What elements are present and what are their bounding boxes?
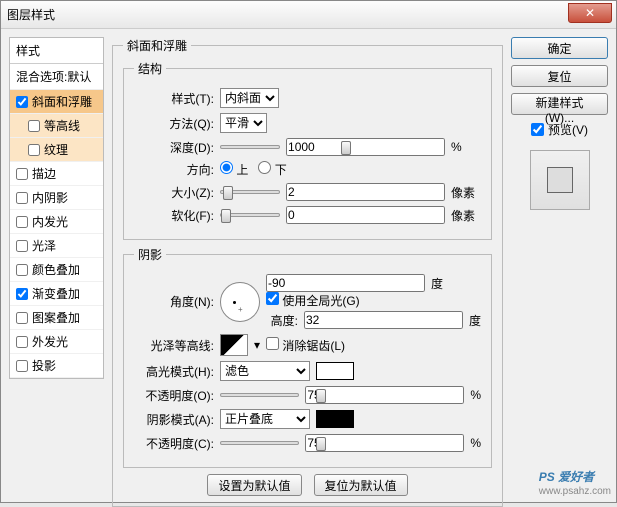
global-light-checkbox[interactable]: 使用全局光(G)	[266, 294, 360, 308]
make-default-button[interactable]: 设置为默认值	[207, 474, 301, 496]
soften-slider[interactable]	[220, 213, 280, 217]
titlebar: 图层样式 ✕	[1, 1, 616, 29]
style-label: 样式(T):	[134, 90, 214, 107]
shadow-mode-select[interactable]: 正片叠底	[220, 409, 310, 429]
angle-input[interactable]	[266, 274, 425, 292]
preview-checkbox[interactable]: 预览(V)	[511, 121, 608, 138]
size-input[interactable]	[286, 183, 445, 201]
style-item[interactable]: 外发光	[10, 330, 103, 354]
depth-slider[interactable]	[220, 145, 280, 149]
direction-label: 方向:	[134, 161, 214, 178]
structure-legend: 结构	[134, 60, 166, 77]
dir-up-radio[interactable]: 上	[220, 161, 248, 178]
highlight-opacity-input[interactable]	[305, 386, 464, 404]
method-select[interactable]: 平滑	[220, 113, 267, 133]
cancel-button[interactable]: 复位	[511, 65, 608, 87]
watermark: PS 爱好者 www.psahz.com	[539, 468, 611, 497]
window-title: 图层样式	[7, 6, 55, 23]
bevel-group: 斜面和浮雕 结构 样式(T): 内斜面 方法(Q): 平滑 深度(D):	[112, 37, 503, 507]
soften-input[interactable]	[286, 206, 445, 224]
structure-group: 结构 样式(T): 内斜面 方法(Q): 平滑 深度(D): %	[123, 60, 492, 240]
shading-group: 阴影 角度(N): + 度 使用全局光(G) 高度:	[123, 246, 492, 468]
highlight-mode-label: 高光模式(H):	[134, 363, 214, 380]
gloss-label: 光泽等高线:	[134, 337, 214, 354]
pct: %	[470, 388, 481, 402]
angle-dial[interactable]: +	[220, 282, 260, 322]
highlight-opacity-slider[interactable]	[220, 393, 299, 397]
altitude-label: 高度:	[266, 312, 298, 329]
shadow-color-swatch[interactable]	[316, 410, 354, 428]
style-item[interactable]: 斜面和浮雕	[10, 90, 103, 114]
layer-style-dialog: 图层样式 ✕ 样式 混合选项:默认 斜面和浮雕等高线纹理描边内阴影内发光光泽颜色…	[0, 0, 617, 503]
shading-legend: 阴影	[134, 246, 166, 263]
bevel-legend: 斜面和浮雕	[123, 37, 191, 54]
preview-thumbnail	[530, 150, 590, 210]
depth-unit: %	[451, 140, 481, 154]
chevron-down-icon[interactable]: ▾	[254, 338, 260, 352]
size-unit: 像素	[451, 184, 481, 201]
style-item[interactable]: 内阴影	[10, 186, 103, 210]
dir-down-radio[interactable]: 下	[258, 161, 286, 178]
style-item[interactable]: 纹理	[10, 138, 103, 162]
size-slider[interactable]	[220, 190, 280, 194]
ok-button[interactable]: 确定	[511, 37, 608, 59]
style-item[interactable]: 内发光	[10, 210, 103, 234]
blend-options-row[interactable]: 混合选项:默认	[10, 64, 103, 90]
depth-input[interactable]	[286, 138, 445, 156]
style-select[interactable]: 内斜面	[220, 88, 279, 108]
altitude-unit: 度	[469, 312, 481, 329]
style-item[interactable]: 渐变叠加	[10, 282, 103, 306]
highlight-mode-select[interactable]: 滤色	[220, 361, 310, 381]
shadow-mode-label: 阴影模式(A):	[134, 411, 214, 428]
style-item[interactable]: 颜色叠加	[10, 258, 103, 282]
shadow-opacity-slider[interactable]	[220, 441, 299, 445]
styles-panel: 样式 混合选项:默认 斜面和浮雕等高线纹理描边内阴影内发光光泽颜色叠加渐变叠加图…	[9, 37, 104, 494]
highlight-color-swatch[interactable]	[316, 362, 354, 380]
reset-default-button[interactable]: 复位为默认值	[314, 474, 408, 496]
style-item[interactable]: 图案叠加	[10, 306, 103, 330]
soften-label: 软化(F):	[134, 207, 214, 224]
style-item[interactable]: 描边	[10, 162, 103, 186]
gloss-contour-picker[interactable]	[220, 334, 248, 356]
new-style-button[interactable]: 新建样式(W)...	[511, 93, 608, 115]
angle-label: 角度(N):	[134, 293, 214, 310]
angle-unit: 度	[431, 275, 443, 292]
shadow-opacity-label: 不透明度(C):	[134, 435, 214, 452]
style-item[interactable]: 等高线	[10, 114, 103, 138]
soften-unit: 像素	[451, 207, 481, 224]
size-label: 大小(Z):	[134, 184, 214, 201]
style-item[interactable]: 光泽	[10, 234, 103, 258]
method-label: 方法(Q):	[134, 115, 214, 132]
depth-label: 深度(D):	[134, 139, 214, 156]
altitude-input[interactable]	[304, 311, 463, 329]
highlight-opacity-label: 不透明度(O):	[134, 387, 214, 404]
styles-header: 样式	[10, 38, 103, 64]
settings-panel: 斜面和浮雕 结构 样式(T): 内斜面 方法(Q): 平滑 深度(D):	[112, 37, 503, 494]
shadow-opacity-input[interactable]	[305, 434, 464, 452]
action-panel: 确定 复位 新建样式(W)... 预览(V)	[511, 37, 608, 494]
style-item[interactable]: 投影	[10, 354, 103, 378]
antialias-checkbox[interactable]: 消除锯齿(L)	[266, 337, 345, 354]
close-button[interactable]: ✕	[568, 3, 612, 23]
